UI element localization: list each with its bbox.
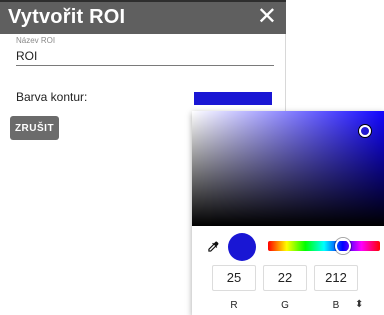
blue-value-input[interactable]: 212 [314,265,358,291]
roi-name-input[interactable]: ROI [16,48,274,66]
green-channel-label: G [281,300,289,311]
saturation-handle[interactable] [358,124,371,137]
hue-slider[interactable] [268,238,380,254]
value-gradient [192,111,384,226]
saturation-value-area[interactable] [192,111,384,226]
dialog-title: Vytvořit ROI [8,6,126,28]
dialog-titlebar: Vytvořit ROI ✕ [0,0,286,34]
roi-name-label: Název ROI [16,36,56,45]
contour-color-label: Barva kontur: [16,90,88,104]
blue-channel-label: B [332,300,340,311]
hue-slider-handle[interactable] [335,238,352,254]
close-icon[interactable]: ✕ [257,5,277,29]
green-value-input[interactable]: 22 [263,265,307,291]
current-color-preview [228,233,256,261]
up-down-icon[interactable]: ⬍ [355,299,363,310]
contour-color-swatch[interactable] [194,92,272,105]
cancel-button[interactable]: ZRUŠIT [10,116,59,140]
color-picker-popup: 25 22 212 R G B ⬍ [192,111,384,315]
red-value-input[interactable]: 25 [212,265,256,291]
red-channel-label: R [230,300,238,311]
eyedropper-icon[interactable] [206,240,220,254]
